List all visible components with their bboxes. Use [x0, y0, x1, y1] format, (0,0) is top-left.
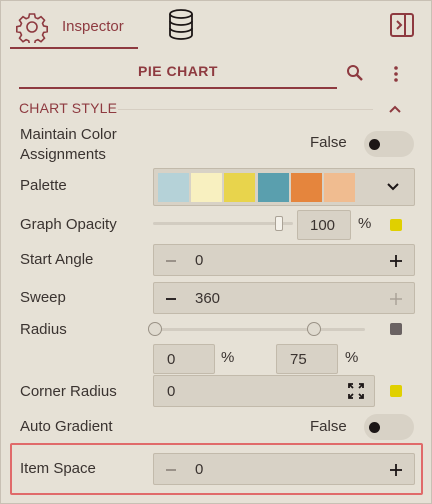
section-title-chart-style[interactable]: CHART STYLE: [19, 100, 117, 116]
chevron-down-icon: [387, 183, 399, 191]
plus-icon[interactable]: [389, 463, 403, 477]
maintain-color-label: Maintain Color Assignments: [20, 125, 117, 165]
radius-min-unit: %: [221, 349, 235, 366]
start-angle-label: Start Angle: [20, 251, 94, 268]
minus-icon[interactable]: [164, 254, 178, 268]
radius-min-thumb[interactable]: [148, 322, 162, 336]
graph-opacity-slider[interactable]: [153, 222, 293, 225]
palette-swatch: [191, 173, 222, 202]
database-icon[interactable]: [163, 7, 199, 43]
expand-corners-icon[interactable]: [348, 383, 364, 399]
start-angle-stepper[interactable]: 0: [153, 244, 415, 276]
corner-radius-label: Corner Radius: [20, 383, 117, 400]
maintain-color-value: False: [310, 134, 347, 151]
tab-bar: Inspector: [1, 1, 432, 51]
section-divider: [118, 109, 373, 110]
palette-swatch: [291, 173, 322, 202]
radius-max-value: 75: [290, 351, 307, 368]
toggle-knob: [369, 139, 380, 150]
graph-opacity-slider-thumb[interactable]: [275, 216, 283, 231]
radius-color-swatch[interactable]: [390, 323, 402, 335]
radius-label: Radius: [20, 321, 67, 338]
graph-opacity-unit: %: [358, 215, 372, 232]
maintain-color-label-line2: Assignments: [20, 146, 106, 163]
graph-opacity-color-swatch[interactable]: [390, 219, 402, 231]
radius-range-slider[interactable]: [153, 328, 365, 331]
radius-max-input[interactable]: 75: [276, 344, 338, 374]
tab-inspector[interactable]: Inspector: [10, 7, 138, 49]
search-icon[interactable]: [346, 64, 364, 82]
plus-icon[interactable]: [389, 292, 403, 306]
gear-icon: [16, 13, 48, 43]
minus-icon[interactable]: [164, 463, 178, 477]
corner-radius-input[interactable]: 0: [153, 375, 375, 407]
palette-swatch: [258, 173, 289, 202]
chart-type-title: PIE CHART: [19, 63, 337, 89]
radius-min-value: 0: [167, 351, 176, 368]
palette-label: Palette: [20, 177, 67, 194]
sweep-label: Sweep: [20, 289, 66, 306]
radius-min-input[interactable]: 0: [153, 344, 215, 374]
inspector-panel: Inspector PIE CHART CHART STYLE Maintain…: [0, 0, 432, 504]
item-space-stepper[interactable]: 0: [153, 453, 415, 485]
more-vertical-icon[interactable]: [387, 64, 405, 84]
palette-swatch: [224, 173, 255, 202]
minus-icon[interactable]: [164, 292, 178, 306]
palette-swatch: [324, 173, 355, 202]
palette-select[interactable]: [153, 168, 415, 206]
graph-opacity-input[interactable]: 100: [297, 210, 351, 240]
maintain-color-toggle[interactable]: [364, 131, 414, 157]
maintain-color-label-line1: Maintain Color: [20, 126, 117, 143]
sweep-value: 360: [195, 290, 221, 307]
item-space-value: 0: [195, 461, 204, 478]
plus-icon[interactable]: [389, 254, 403, 268]
palette-swatch: [158, 173, 189, 202]
start-angle-value: 0: [195, 252, 204, 269]
graph-opacity-value: 100: [310, 217, 336, 234]
auto-gradient-toggle[interactable]: [364, 414, 414, 440]
corner-radius-color-swatch[interactable]: [390, 385, 402, 397]
radius-max-unit: %: [345, 349, 359, 366]
auto-gradient-label: Auto Gradient: [20, 418, 113, 435]
item-space-label: Item Space: [20, 460, 96, 477]
radius-max-thumb[interactable]: [307, 322, 321, 336]
corner-radius-value: 0: [167, 383, 176, 400]
tab-inspector-label: Inspector: [62, 18, 124, 35]
auto-gradient-value: False: [310, 418, 347, 435]
panel-collapse-icon[interactable]: [389, 12, 415, 38]
sweep-stepper[interactable]: 360: [153, 282, 415, 314]
chevron-up-icon[interactable]: [387, 102, 403, 116]
toggle-knob: [369, 422, 380, 433]
graph-opacity-label: Graph Opacity: [20, 216, 117, 233]
